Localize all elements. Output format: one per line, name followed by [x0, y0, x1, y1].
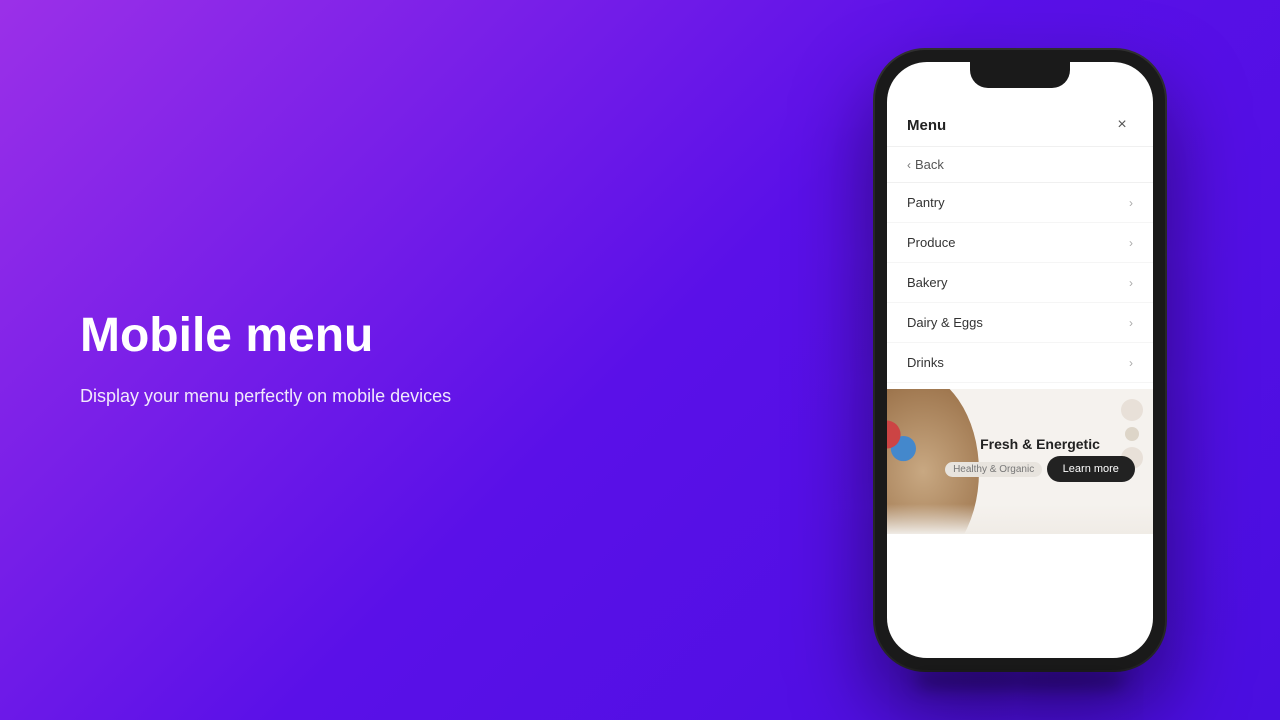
menu-item-label: Pantry	[907, 195, 945, 210]
menu-item-pantry[interactable]: Pantry ›	[887, 183, 1153, 223]
chevron-right-icon: ›	[1129, 356, 1133, 370]
left-panel: Mobile menu Display your menu perfectly …	[0, 310, 800, 410]
menu-item-dairy[interactable]: Dairy & Eggs ›	[887, 303, 1153, 343]
banner-title: Fresh & Energetic	[945, 436, 1135, 452]
right-panel: Menu × ‹ Back Pantry › Produce ›	[800, 50, 1280, 670]
phone-notch	[970, 62, 1070, 88]
menu-item-label: Bakery	[907, 275, 947, 290]
menu-item-label: Produce	[907, 235, 955, 250]
chevron-right-icon: ›	[1129, 196, 1133, 210]
back-label: Back	[915, 157, 944, 172]
menu-header: Menu ×	[887, 100, 1153, 147]
page-title: Mobile menu	[80, 310, 720, 363]
banner-subtitle: Healthy & Organic	[945, 462, 1042, 477]
banner-flour	[887, 504, 1153, 534]
menu-title: Menu	[907, 117, 946, 134]
phone-mockup: Menu × ‹ Back Pantry › Produce ›	[875, 50, 1165, 670]
learn-more-button[interactable]: Learn more	[1047, 456, 1135, 482]
back-row[interactable]: ‹ Back	[887, 147, 1153, 183]
menu-item-label: Drinks	[907, 355, 944, 370]
menu-item-label: Dairy & Eggs	[907, 315, 983, 330]
close-icon: ×	[1117, 116, 1126, 134]
chevron-right-icon: ›	[1129, 276, 1133, 290]
screen-content: Menu × ‹ Back Pantry › Produce ›	[887, 62, 1153, 658]
menu-item-bakery[interactable]: Bakery ›	[887, 263, 1153, 303]
page-subtitle: Display your menu perfectly on mobile de…	[80, 383, 720, 410]
menu-item-drinks[interactable]: Drinks ›	[887, 343, 1153, 383]
chevron-right-icon: ›	[1129, 316, 1133, 330]
spice-circle-1	[1121, 399, 1143, 421]
chevron-right-icon: ›	[1129, 236, 1133, 250]
phone-screen: Menu × ‹ Back Pantry › Produce ›	[887, 62, 1153, 658]
chevron-left-icon: ‹	[907, 158, 911, 172]
promo-banner: Fresh & Energetic Healthy & Organic Lear…	[887, 389, 1153, 534]
close-button[interactable]: ×	[1111, 114, 1133, 136]
banner-content: Fresh & Energetic Healthy & Organic Lear…	[945, 436, 1135, 487]
menu-item-produce[interactable]: Produce ›	[887, 223, 1153, 263]
